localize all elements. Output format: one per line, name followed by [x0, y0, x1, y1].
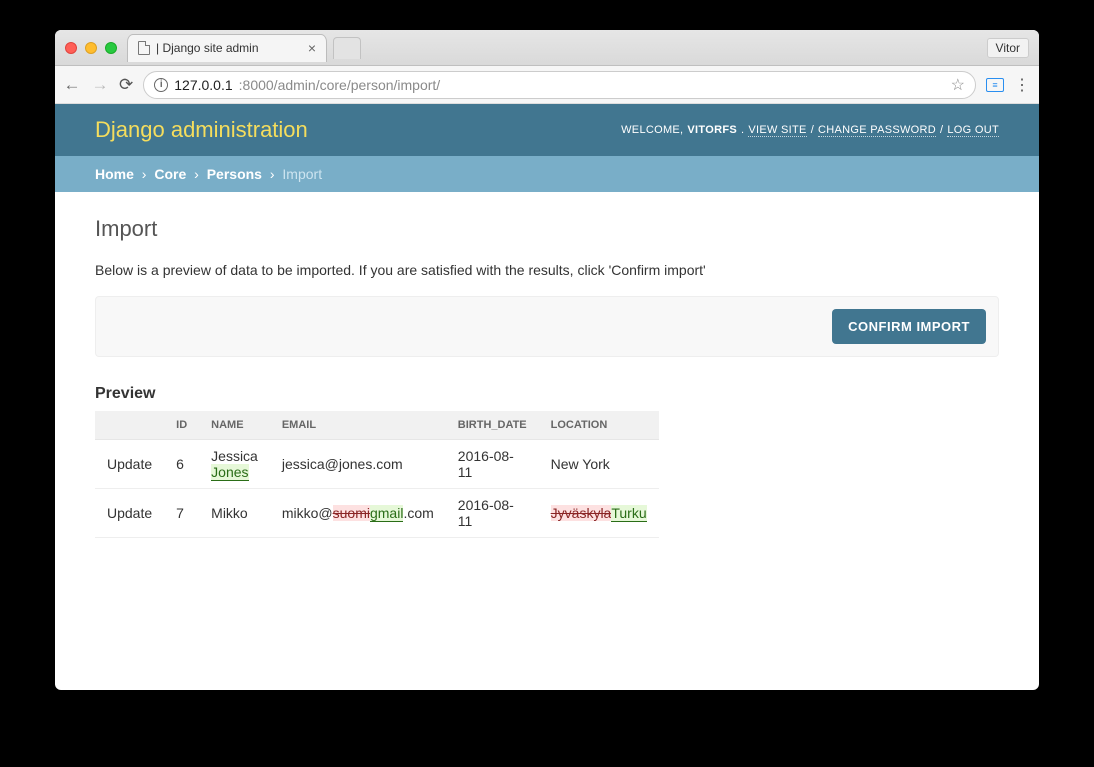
cell-email: mikko@suomigmail.com: [270, 489, 446, 538]
window-close-icon[interactable]: [65, 42, 77, 54]
diff-insert: gmail: [370, 505, 403, 522]
breadcrumb-home[interactable]: Home: [95, 166, 134, 182]
breadcrumb-sep: ›: [270, 166, 275, 182]
cell-name: Mikko: [199, 489, 270, 538]
extension-icon[interactable]: ≡: [986, 78, 1004, 92]
browser-profile-badge[interactable]: Vitor: [987, 38, 1029, 58]
browser-window: | Django site admin × Vitor ← → ⟳ i 127.…: [55, 30, 1039, 690]
url-path: :8000/admin/core/person/import/: [239, 77, 441, 93]
welcome-text: WELCOME,: [621, 124, 683, 136]
django-header: Django administration WELCOME, VITORFS. …: [55, 104, 1039, 156]
url-host: 127.0.0.1: [174, 77, 232, 93]
cell-action: Update: [95, 440, 164, 489]
browser-menu-icon[interactable]: ⋮: [1014, 75, 1031, 95]
breadcrumb-sep: ›: [142, 166, 147, 182]
breadcrumb-model[interactable]: Persons: [207, 166, 262, 182]
col-action: [95, 411, 164, 440]
back-button[interactable]: ←: [63, 75, 81, 95]
cell-location: New York: [539, 440, 659, 489]
forward-button[interactable]: →: [91, 75, 109, 95]
col-email: EMAIL: [270, 411, 446, 440]
submit-row: CONFIRM IMPORT: [95, 296, 999, 357]
logout-link[interactable]: LOG OUT: [947, 124, 999, 137]
tab-close-icon[interactable]: ×: [308, 40, 316, 56]
diff-delete: Jyväskyla: [551, 505, 612, 521]
site-info-icon[interactable]: i: [154, 78, 168, 92]
breadcrumb-sep: ›: [194, 166, 199, 182]
diff-insert: Jones: [211, 464, 248, 481]
preview-heading: Preview: [95, 385, 999, 403]
new-tab-button[interactable]: [333, 37, 361, 59]
bookmark-star-icon[interactable]: ☆: [951, 75, 965, 95]
table-row: Update 6 Jessica Jones jessica@jones.com…: [95, 440, 659, 489]
col-name: NAME: [199, 411, 270, 440]
cell-id: 7: [164, 489, 199, 538]
tab-strip: | Django site admin × Vitor: [55, 30, 1039, 66]
cell-email: jessica@jones.com: [270, 440, 446, 489]
reload-button[interactable]: ⟳: [119, 75, 133, 95]
window-maximize-icon[interactable]: [105, 42, 117, 54]
preview-table: ID NAME EMAIL BIRTH_DATE LOCATION Update…: [95, 411, 659, 538]
username: VITORFS: [687, 124, 737, 136]
diff-delete: suomi: [333, 505, 370, 521]
col-location: LOCATION: [539, 411, 659, 440]
cell-id: 6: [164, 440, 199, 489]
cell-action: Update: [95, 489, 164, 538]
user-links: WELCOME, VITORFS. VIEW SITE / CHANGE PAS…: [621, 124, 999, 137]
page-title: Import: [95, 216, 999, 242]
cell-name: Jessica Jones: [199, 440, 270, 489]
cell-birth-date: 2016-08-11: [446, 440, 539, 489]
main-content: Import Below is a preview of data to be …: [55, 192, 1039, 562]
window-minimize-icon[interactable]: [85, 42, 97, 54]
toolbar: ← → ⟳ i 127.0.0.1 :8000/admin/core/person…: [55, 66, 1039, 104]
breadcrumb: Home › Core › Persons › Import: [55, 156, 1039, 192]
window-controls: [65, 42, 117, 54]
change-password-link[interactable]: CHANGE PASSWORD: [818, 124, 936, 137]
breadcrumb-app[interactable]: Core: [154, 166, 186, 182]
table-header-row: ID NAME EMAIL BIRTH_DATE LOCATION: [95, 411, 659, 440]
page-favicon-icon: [138, 41, 150, 55]
address-bar[interactable]: i 127.0.0.1 :8000/admin/core/person/impor…: [143, 71, 976, 99]
confirm-import-button[interactable]: CONFIRM IMPORT: [832, 309, 986, 344]
breadcrumb-current: Import: [282, 166, 322, 182]
tab-title: | Django site admin: [156, 41, 259, 55]
table-row: Update 7 Mikko mikko@suomigmail.com 2016…: [95, 489, 659, 538]
browser-tab[interactable]: | Django site admin ×: [127, 34, 327, 62]
col-id: ID: [164, 411, 199, 440]
intro-text: Below is a preview of data to be importe…: [95, 262, 999, 278]
cell-birth-date: 2016-08-11: [446, 489, 539, 538]
brand-title[interactable]: Django administration: [95, 117, 308, 143]
col-birth-date: BIRTH_DATE: [446, 411, 539, 440]
view-site-link[interactable]: VIEW SITE: [748, 124, 806, 137]
diff-insert: Turku: [611, 505, 646, 522]
cell-location: JyväskylaTurku: [539, 489, 659, 538]
